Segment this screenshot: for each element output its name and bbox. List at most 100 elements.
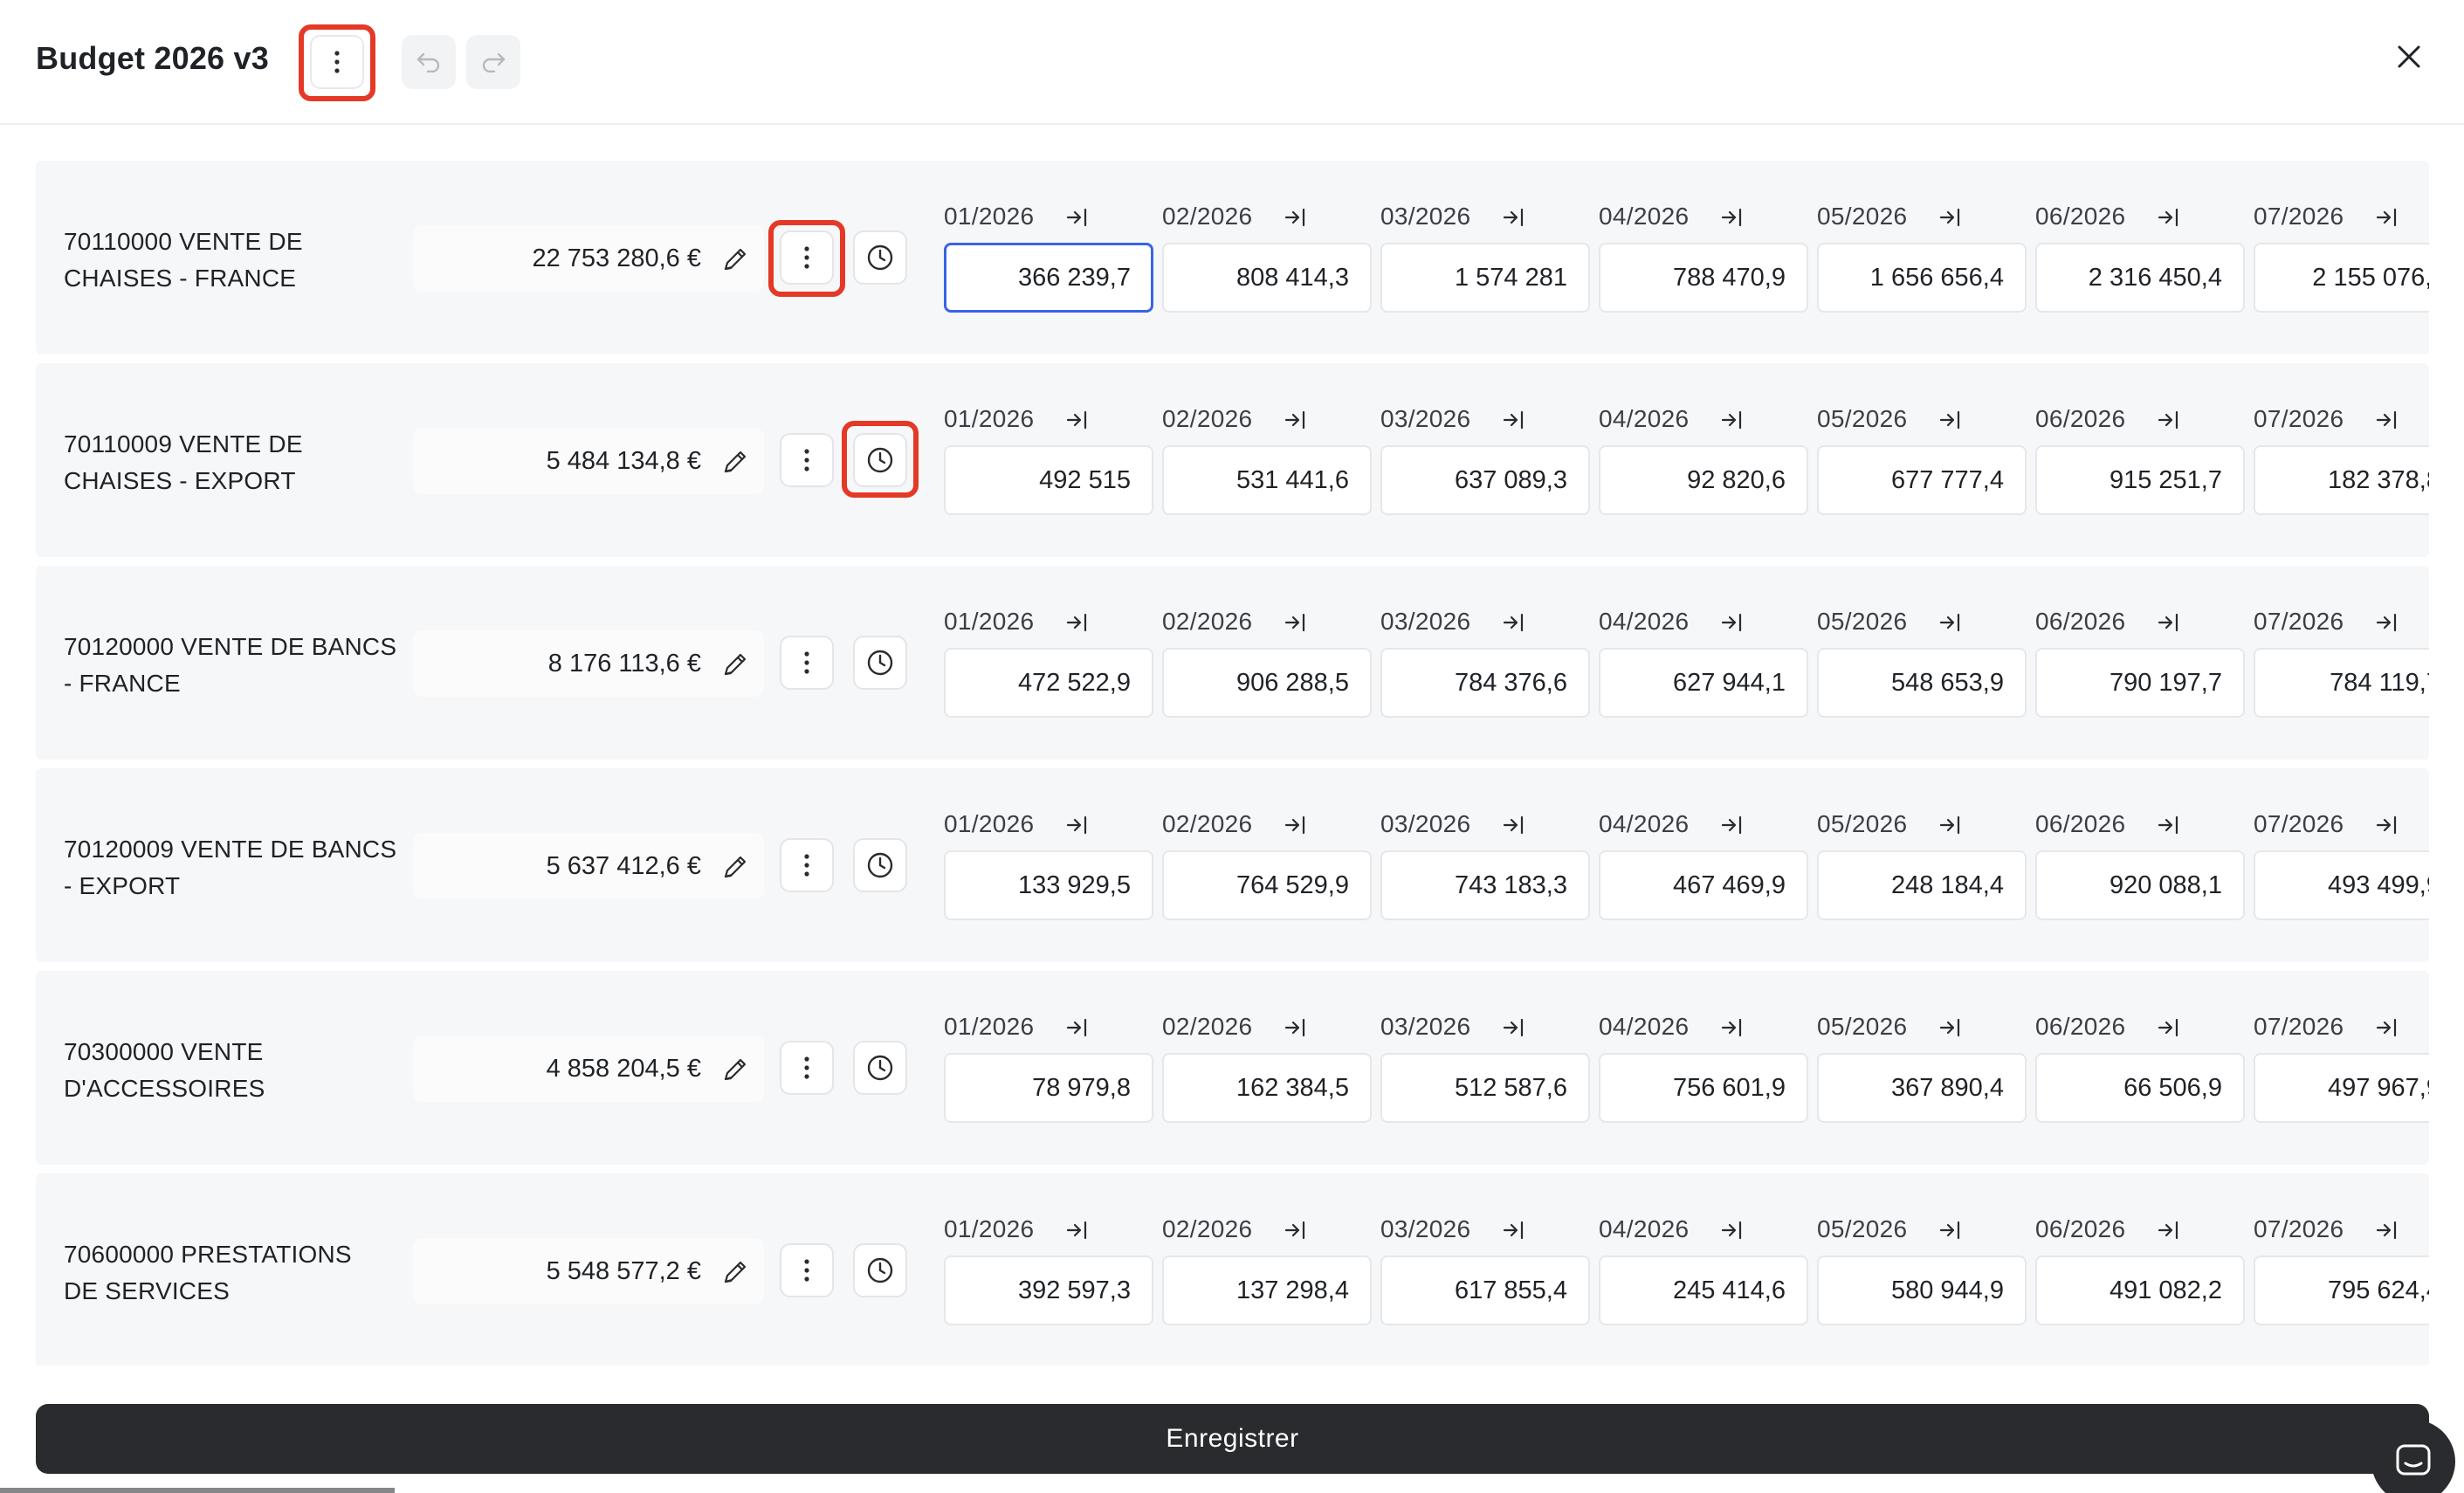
month-value-input[interactable]: 920 088,1 bbox=[2035, 850, 2245, 920]
copy-forward-button[interactable] bbox=[2156, 812, 2182, 838]
month-value-input[interactable]: 66 506,9 bbox=[2035, 1053, 2245, 1123]
annual-total-field[interactable]: 5 637 412,6 € bbox=[413, 833, 764, 899]
copy-forward-button[interactable] bbox=[1501, 609, 1527, 636]
close-button[interactable] bbox=[2380, 28, 2438, 86]
month-value-input[interactable]: 580 944,9 bbox=[1817, 1256, 2027, 1325]
month-value-input[interactable]: 392 597,3 bbox=[944, 1256, 1153, 1325]
copy-forward-button[interactable] bbox=[1501, 204, 1527, 230]
month-value-input[interactable]: 162 384,5 bbox=[1162, 1053, 1372, 1123]
month-value-input[interactable]: 467 469,9 bbox=[1599, 850, 1808, 920]
budget-menu-button[interactable] bbox=[310, 35, 364, 89]
copy-forward-button[interactable] bbox=[2374, 1217, 2400, 1243]
row-history-button[interactable] bbox=[853, 838, 907, 892]
edit-total-button[interactable] bbox=[720, 1055, 750, 1084]
edit-total-button[interactable] bbox=[720, 1257, 750, 1287]
row-menu-button[interactable] bbox=[780, 1243, 834, 1297]
copy-forward-button[interactable] bbox=[1937, 812, 1964, 838]
copy-forward-button[interactable] bbox=[1283, 407, 1309, 433]
copy-forward-button[interactable] bbox=[1501, 812, 1527, 838]
copy-forward-button[interactable] bbox=[1937, 1217, 1964, 1243]
month-value-input[interactable]: 548 653,9 bbox=[1817, 648, 2027, 718]
edit-total-button[interactable] bbox=[720, 244, 750, 274]
copy-forward-button[interactable] bbox=[1064, 1015, 1091, 1041]
annual-total-field[interactable]: 22 753 280,6 € bbox=[413, 225, 764, 292]
save-button[interactable]: Enregistrer bbox=[36, 1404, 2429, 1474]
edit-total-button[interactable] bbox=[720, 447, 750, 477]
month-value-input[interactable]: 491 082,2 bbox=[2035, 1256, 2245, 1325]
copy-forward-button[interactable] bbox=[2156, 1015, 2182, 1041]
month-value-input[interactable]: 627 944,1 bbox=[1599, 648, 1808, 718]
month-value-input[interactable]: 795 624,4 bbox=[2254, 1256, 2429, 1325]
undo-button[interactable] bbox=[402, 35, 456, 89]
copy-forward-button[interactable] bbox=[2374, 407, 2400, 433]
copy-forward-button[interactable] bbox=[1501, 407, 1527, 433]
copy-forward-button[interactable] bbox=[2374, 609, 2400, 636]
copy-forward-button[interactable] bbox=[1719, 407, 1745, 433]
row-history-button[interactable] bbox=[853, 1243, 907, 1297]
row-history-button[interactable] bbox=[853, 433, 907, 487]
row-menu-button[interactable] bbox=[780, 1041, 834, 1095]
copy-forward-button[interactable] bbox=[1937, 407, 1964, 433]
copy-forward-button[interactable] bbox=[2156, 1217, 2182, 1243]
copy-forward-button[interactable] bbox=[2374, 204, 2400, 230]
month-value-input[interactable]: 756 601,9 bbox=[1599, 1053, 1808, 1123]
copy-forward-button[interactable] bbox=[1283, 609, 1309, 636]
month-value-input[interactable]: 784 376,6 bbox=[1380, 648, 1590, 718]
copy-forward-button[interactable] bbox=[1501, 1015, 1527, 1041]
month-value-input[interactable]: 906 288,5 bbox=[1162, 648, 1372, 718]
copy-forward-button[interactable] bbox=[1064, 204, 1091, 230]
month-value-input[interactable]: 637 089,3 bbox=[1380, 445, 1590, 515]
copy-forward-button[interactable] bbox=[1064, 609, 1091, 636]
month-value-input[interactable]: 493 499,9 bbox=[2254, 850, 2429, 920]
copy-forward-button[interactable] bbox=[2374, 812, 2400, 838]
copy-forward-button[interactable] bbox=[1719, 1015, 1745, 1041]
copy-forward-button[interactable] bbox=[1283, 204, 1309, 230]
copy-forward-button[interactable] bbox=[2374, 1015, 2400, 1041]
annual-total-field[interactable]: 5 548 577,2 € bbox=[413, 1238, 764, 1304]
copy-forward-button[interactable] bbox=[1283, 812, 1309, 838]
month-value-input[interactable]: 472 522,9 bbox=[944, 648, 1153, 718]
row-menu-button[interactable] bbox=[780, 230, 834, 285]
copy-forward-button[interactable] bbox=[1064, 407, 1091, 433]
copy-forward-button[interactable] bbox=[1064, 1217, 1091, 1243]
annual-total-field[interactable]: 5 484 134,8 € bbox=[413, 428, 764, 494]
month-value-input[interactable]: 764 529,9 bbox=[1162, 850, 1372, 920]
month-value-input[interactable]: 366 239,7 bbox=[944, 243, 1153, 313]
redo-button[interactable] bbox=[466, 35, 520, 89]
copy-forward-button[interactable] bbox=[1064, 812, 1091, 838]
month-value-input[interactable]: 915 251,7 bbox=[2035, 445, 2245, 515]
row-history-button[interactable] bbox=[853, 636, 907, 690]
month-value-input[interactable]: 492 515 bbox=[944, 445, 1153, 515]
copy-forward-button[interactable] bbox=[1283, 1217, 1309, 1243]
month-value-input[interactable]: 367 890,4 bbox=[1817, 1053, 2027, 1123]
copy-forward-button[interactable] bbox=[1719, 609, 1745, 636]
row-menu-button[interactable] bbox=[780, 838, 834, 892]
chat-launcher-button[interactable] bbox=[2371, 1420, 2455, 1493]
copy-forward-button[interactable] bbox=[1937, 609, 1964, 636]
month-value-input[interactable]: 133 929,5 bbox=[944, 850, 1153, 920]
month-value-input[interactable]: 182 378,8 bbox=[2254, 445, 2429, 515]
month-value-input[interactable]: 245 414,6 bbox=[1599, 1256, 1808, 1325]
month-value-input[interactable]: 2 316 450,4 bbox=[2035, 243, 2245, 313]
month-value-input[interactable]: 784 119,7 bbox=[2254, 648, 2429, 718]
month-value-input[interactable]: 677 777,4 bbox=[1817, 445, 2027, 515]
row-history-button[interactable] bbox=[853, 1041, 907, 1095]
month-value-input[interactable]: 248 184,4 bbox=[1817, 850, 2027, 920]
month-value-input[interactable]: 788 470,9 bbox=[1599, 243, 1808, 313]
copy-forward-button[interactable] bbox=[1719, 204, 1745, 230]
copy-forward-button[interactable] bbox=[1719, 1217, 1745, 1243]
annual-total-field[interactable]: 4 858 204,5 € bbox=[413, 1035, 764, 1102]
month-value-input[interactable]: 531 441,6 bbox=[1162, 445, 1372, 515]
month-value-input[interactable]: 808 414,3 bbox=[1162, 243, 1372, 313]
copy-forward-button[interactable] bbox=[1283, 1015, 1309, 1041]
month-value-input[interactable]: 137 298,4 bbox=[1162, 1256, 1372, 1325]
month-value-input[interactable]: 743 183,3 bbox=[1380, 850, 1590, 920]
month-value-input[interactable]: 92 820,6 bbox=[1599, 445, 1808, 515]
month-value-input[interactable]: 78 979,8 bbox=[944, 1053, 1153, 1123]
edit-total-button[interactable] bbox=[720, 852, 750, 882]
copy-forward-button[interactable] bbox=[1501, 1217, 1527, 1243]
copy-forward-button[interactable] bbox=[2156, 204, 2182, 230]
month-value-input[interactable]: 1 574 281 bbox=[1380, 243, 1590, 313]
row-menu-button[interactable] bbox=[780, 433, 834, 487]
copy-forward-button[interactable] bbox=[1719, 812, 1745, 838]
